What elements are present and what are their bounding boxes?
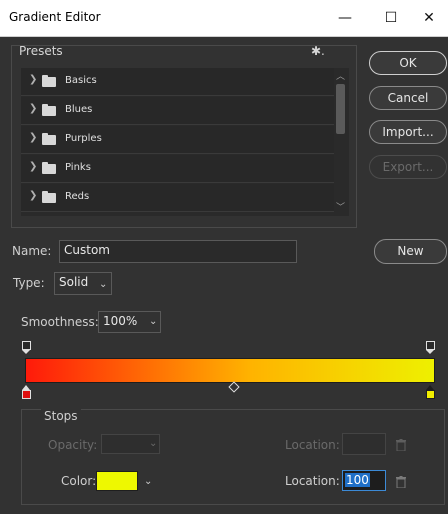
smoothness-label: Smoothness: [21, 315, 99, 329]
color-stop-left[interactable] [22, 390, 31, 399]
opacity-location-field [342, 433, 386, 455]
gear-icon[interactable]: ✱. [311, 44, 325, 58]
opacity-label: Opacity: [48, 438, 98, 452]
chevron-down-icon[interactable]: ⌄ [149, 316, 157, 327]
color-location-value: 100 [345, 473, 370, 487]
type-label: Type: [13, 276, 45, 290]
color-swatch[interactable] [96, 471, 138, 491]
preset-folder-basics[interactable]: ❯ Basics [21, 68, 334, 96]
ok-button[interactable]: OK [369, 51, 447, 75]
gradient-preview-bar[interactable] [25, 358, 435, 383]
presets-scrollbar[interactable]: ︿ ﹀ [334, 68, 348, 216]
chevron-right-icon[interactable]: ❯ [29, 74, 37, 85]
preset-folder-pinks[interactable]: ❯ Pinks [21, 155, 334, 183]
chevron-right-icon[interactable]: ❯ [29, 190, 37, 201]
opacity-location-label: Location: [285, 438, 340, 452]
preset-folder-label: Pinks [65, 162, 91, 173]
color-stop-right[interactable] [426, 390, 435, 399]
close-button[interactable]: ✕ [410, 0, 448, 36]
opacity-stop-left-pointer [22, 350, 30, 354]
stops-label: Stops [41, 409, 81, 423]
minimize-button[interactable]: — [322, 0, 368, 36]
presets-list: ❯ Basics ❯ Blues ❯ Purples ❯ Pinks ❯ Red… [21, 68, 349, 216]
midpoint-diamond[interactable] [228, 381, 240, 393]
chevron-right-icon[interactable]: ❯ [29, 132, 37, 143]
folder-icon [42, 162, 56, 174]
delete-icon [396, 439, 406, 451]
color-location-label: Location: [285, 474, 340, 488]
chevron-right-icon[interactable]: ❯ [29, 103, 37, 114]
delete-icon[interactable] [396, 476, 406, 488]
maximize-button[interactable]: ☐ [368, 0, 414, 36]
smoothness-value: 100% [103, 314, 138, 328]
preset-folder-purples[interactable]: ❯ Purples [21, 126, 334, 154]
preset-folder-label: Reds [65, 191, 90, 202]
color-label: Color: [61, 474, 97, 488]
color-location-field[interactable]: 100 [342, 470, 386, 491]
preset-folder-blues[interactable]: ❯ Blues [21, 97, 334, 125]
presets-label: Presets [19, 44, 63, 58]
scrollbar-thumb[interactable] [336, 84, 345, 134]
preset-folder-reds[interactable]: ❯ Reds [21, 184, 334, 212]
cancel-button[interactable]: Cancel [369, 86, 447, 110]
preset-folder-label: Basics [65, 75, 97, 86]
scroll-down-icon[interactable]: ﹀ [336, 200, 345, 213]
opacity-stop-left[interactable] [22, 341, 31, 350]
preset-folder-label: Purples [65, 133, 102, 144]
name-label: Name: [12, 244, 52, 258]
chevron-down-icon: ⌄ [149, 438, 158, 449]
folder-icon [42, 191, 56, 203]
opacity-stop-right[interactable] [426, 341, 435, 350]
title-bar: Gradient Editor — ☐ ✕ [0, 0, 448, 37]
folder-icon [42, 75, 56, 87]
new-button[interactable]: New [374, 239, 447, 264]
export-button: Export... [369, 155, 447, 179]
chevron-right-icon[interactable]: ❯ [29, 161, 37, 172]
folder-icon [42, 133, 56, 145]
opacity-stop-right-pointer [426, 350, 434, 354]
folder-icon [42, 104, 56, 116]
chevron-down-icon[interactable]: ⌄ [144, 476, 152, 487]
preset-folder-label: Blues [65, 104, 93, 115]
window-title: Gradient Editor [9, 10, 101, 24]
chevron-down-icon[interactable]: ⌄ [99, 279, 107, 290]
name-field[interactable]: Custom [59, 240, 297, 263]
scroll-up-icon[interactable]: ︿ [336, 69, 345, 82]
import-button[interactable]: Import... [369, 120, 447, 144]
type-value: Solid [59, 275, 89, 289]
